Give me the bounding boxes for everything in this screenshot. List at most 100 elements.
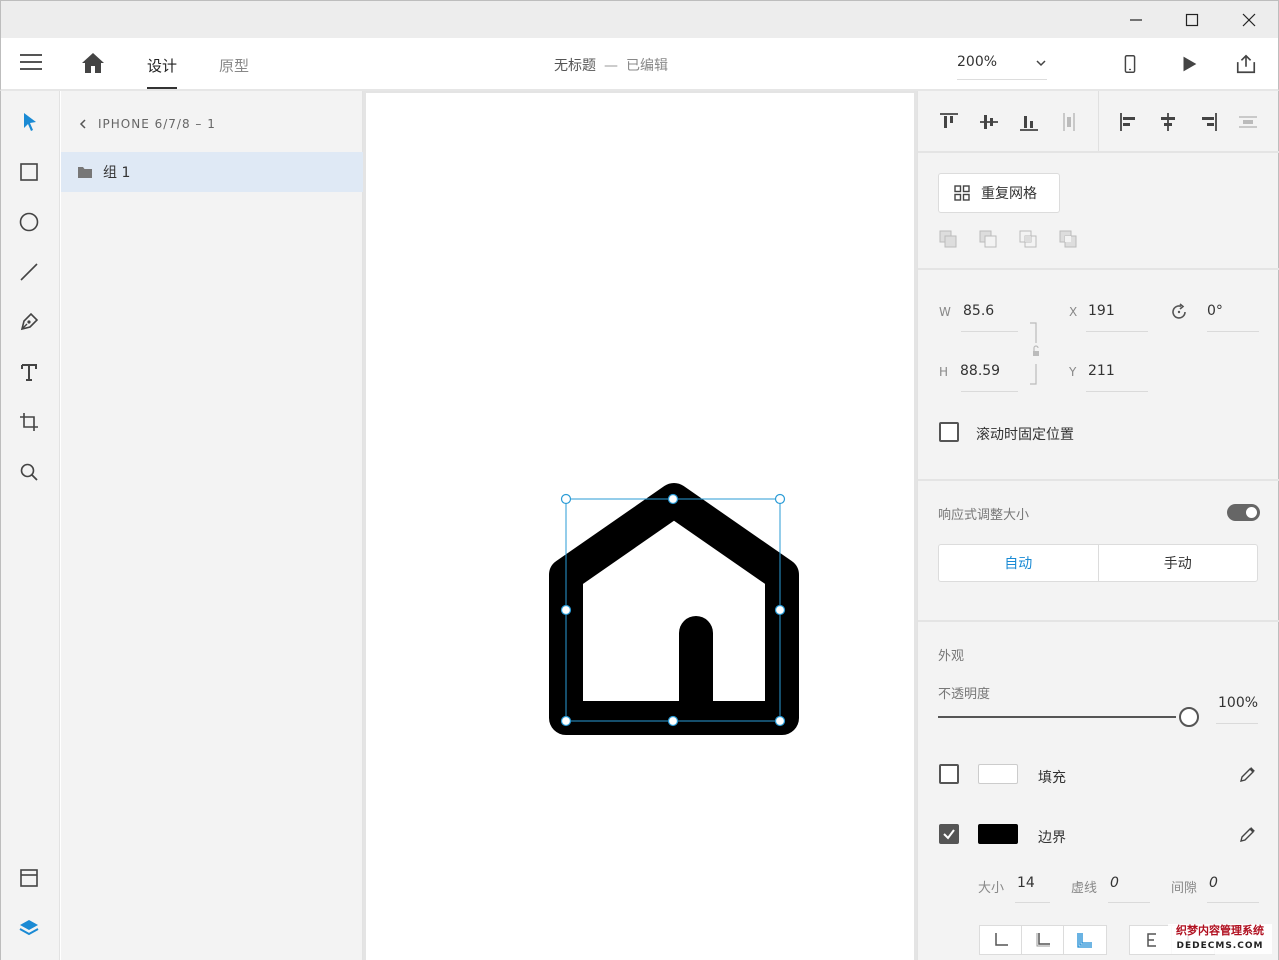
eyedropper-icon[interactable]	[1238, 764, 1258, 784]
align-right-icon[interactable]	[1197, 111, 1219, 133]
stroke-size-label: 大小	[978, 881, 1005, 896]
x-underline	[1086, 331, 1148, 332]
dash-field[interactable]: 0	[1110, 875, 1119, 891]
mobile-device-icon[interactable]	[1118, 52, 1142, 76]
home-icon[interactable]	[81, 52, 107, 76]
folder-icon	[78, 167, 92, 178]
fill-checkbox[interactable]	[939, 764, 959, 784]
text-tool-icon[interactable]	[15, 358, 43, 386]
opacity-field[interactable]: 100%	[1218, 695, 1258, 711]
align-top-icon[interactable]	[938, 111, 960, 133]
stroke-join-icon[interactable]	[1130, 926, 1172, 954]
opacity-slider-knob[interactable]	[1179, 707, 1199, 727]
manual-button[interactable]: 手动	[1099, 545, 1258, 581]
layer-item-label: 组 1	[103, 165, 131, 181]
selection-handles[interactable]	[560, 493, 786, 727]
dash-label: 虚线	[1071, 881, 1098, 896]
pen-tool-icon[interactable]	[15, 308, 43, 336]
rotate-icon	[1172, 303, 1186, 319]
boolean-intersect-icon	[1019, 230, 1037, 248]
close-icon	[1242, 13, 1256, 27]
y-underline	[1086, 391, 1148, 392]
chevron-down-icon	[1036, 60, 1046, 67]
zoom-tool-icon[interactable]	[15, 458, 43, 486]
align-middle-icon[interactable]	[978, 111, 1000, 133]
gap-field[interactable]: 0	[1209, 875, 1218, 891]
chevron-left-icon	[79, 119, 86, 129]
zoom-underline	[957, 79, 1047, 80]
fill-label: 填充	[1038, 770, 1066, 786]
lock-aspect-icon[interactable]	[1026, 321, 1042, 386]
house-shape[interactable]	[540, 475, 810, 745]
opacity-underline	[1216, 723, 1258, 724]
tab-prototype[interactable]: 原型	[219, 55, 249, 89]
repeat-grid-button[interactable]: 重复网格	[938, 173, 1060, 213]
boolean-subtract-icon	[979, 230, 997, 248]
gap-underline	[1207, 902, 1259, 903]
eyedropper-icon[interactable]	[1238, 824, 1258, 844]
grid-icon	[954, 185, 970, 201]
height-field[interactable]: 88.59	[960, 363, 1000, 379]
align-bottom-icon[interactable]	[1018, 111, 1040, 133]
x-label: X	[1069, 305, 1078, 319]
maximize-button[interactable]	[1163, 1, 1221, 39]
minimize-icon	[1130, 19, 1142, 21]
share-icon[interactable]	[1234, 52, 1258, 76]
width-field[interactable]: 85.6	[963, 303, 994, 319]
auto-button[interactable]: 自动	[939, 545, 1099, 581]
y-field[interactable]: 211	[1088, 363, 1115, 379]
tab-design[interactable]: 设计	[147, 55, 178, 89]
opacity-label: 不透明度	[938, 687, 991, 702]
play-icon[interactable]	[1177, 52, 1201, 76]
watermark-line-1: 织梦内容管理系统	[1176, 924, 1264, 937]
y-label: Y	[1069, 365, 1077, 379]
stroke-position-group	[979, 925, 1107, 955]
artboard-tool-icon[interactable]	[15, 408, 43, 436]
assets-panel-icon[interactable]	[15, 864, 43, 892]
appearance-label: 外观	[938, 649, 965, 664]
stroke-outer-icon[interactable]	[1064, 926, 1106, 954]
responsive-mode-segmented: 自动 手动	[938, 544, 1258, 582]
section-divider	[918, 620, 1279, 622]
fill-color-swatch[interactable]	[978, 764, 1018, 784]
align-left-icon[interactable]	[1118, 111, 1140, 133]
hamburger-menu-icon[interactable]	[20, 54, 42, 74]
watermark-line-2: DEDECMS.COM	[1176, 941, 1264, 951]
watermark: 织梦内容管理系统 DEDECMS.COM	[1168, 924, 1272, 954]
dash-underline	[1108, 902, 1150, 903]
minimize-button[interactable]	[1107, 1, 1165, 39]
layers-panel: IPHONE 6/7/8 – 1 组 1	[61, 91, 363, 960]
stroke-inner-icon[interactable]	[980, 926, 1022, 954]
window-titlebar	[0, 0, 1279, 38]
section-divider	[918, 268, 1279, 270]
artboard-back-link[interactable]: IPHONE 6/7/8 – 1	[78, 117, 216, 131]
property-inspector: 重复网格 W 85.6 X 191 0° H 88.59 Y 211 滚动时固定…	[917, 91, 1279, 960]
distribute-vertical-icon	[1058, 111, 1080, 133]
edit-status: 已编辑	[626, 58, 668, 74]
rectangle-tool-icon[interactable]	[15, 158, 43, 186]
title-separator: —	[604, 58, 618, 74]
line-tool-icon[interactable]	[15, 258, 43, 286]
x-field[interactable]: 191	[1088, 303, 1115, 319]
app-header: 设计 原型 无标题 — 已编辑 200%	[0, 38, 1279, 91]
repeat-grid-label: 重复网格	[981, 186, 1037, 202]
ellipse-tool-icon[interactable]	[15, 208, 43, 236]
layers-panel-icon[interactable]	[15, 914, 43, 942]
zoom-dropdown[interactable]: 200%	[957, 54, 1047, 78]
opacity-slider-track[interactable]	[938, 716, 1176, 718]
close-button[interactable]	[1220, 1, 1278, 39]
border-checkbox[interactable]	[939, 824, 959, 844]
stroke-center-icon[interactable]	[1022, 926, 1064, 954]
select-tool-icon[interactable]	[15, 108, 43, 136]
border-color-swatch[interactable]	[978, 824, 1018, 844]
fix-position-checkbox[interactable]	[939, 422, 959, 442]
rotation-underline	[1207, 331, 1259, 332]
layer-item[interactable]: 组 1	[61, 152, 363, 192]
responsive-resize-toggle[interactable]	[1227, 504, 1260, 521]
align-center-icon[interactable]	[1157, 111, 1179, 133]
rotation-field[interactable]: 0°	[1207, 303, 1223, 319]
fix-position-label: 滚动时固定位置	[976, 427, 1074, 443]
height-label: H	[939, 365, 949, 379]
maximize-icon	[1185, 13, 1199, 27]
stroke-size-field[interactable]: 14	[1017, 875, 1035, 891]
